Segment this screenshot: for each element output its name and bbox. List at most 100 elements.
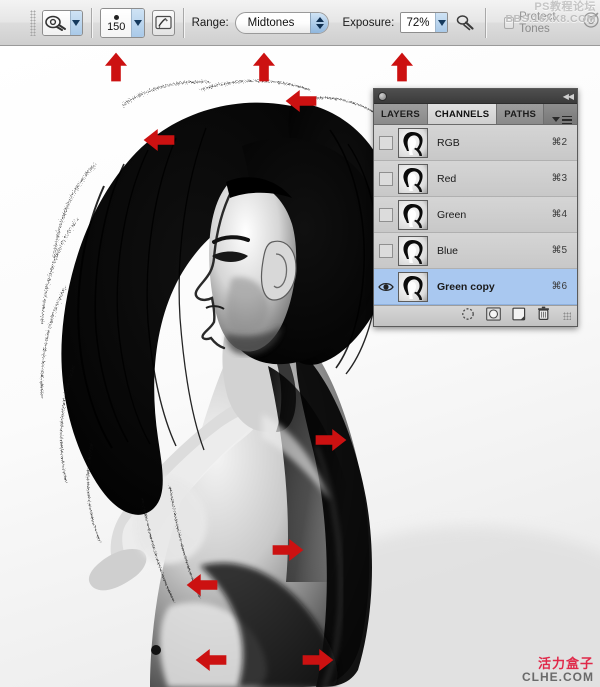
create-new-channel-icon <box>512 307 526 320</box>
delete-channel-button[interactable] <box>537 306 550 326</box>
panel-titlebar[interactable]: ◀◀ <box>374 89 577 104</box>
channel-thumbnail <box>398 235 428 266</box>
eye-off-box-icon <box>379 171 393 186</box>
channel-thumbnail-image <box>399 164 427 193</box>
channel-row-green[interactable]: Green ⌘4 <box>374 197 577 233</box>
exposure-value[interactable]: 72% <box>401 13 435 32</box>
watermark-bottom: 活力盒子 CLHE.COM <box>522 657 594 683</box>
brush-preset-dropdown-arrow[interactable] <box>131 8 145 37</box>
tab-layers[interactable]: LAYERS <box>374 104 428 124</box>
channel-name: Red <box>437 172 457 185</box>
channels-panel[interactable]: ◀◀ LAYERS CHANNELS PATHS RGB ⌘2 Red ⌘3 Green… <box>373 88 578 327</box>
annotation-arrow-left <box>186 573 218 597</box>
channel-shortcut: ⌘2 <box>551 137 567 148</box>
annotation-arrow-left <box>195 648 227 672</box>
photoshop-window: 150 Range: Midtones Exposure: 72% Protec… <box>0 0 600 687</box>
watermark-top-line1: PS教程论坛 <box>534 1 596 13</box>
channel-thumbnail-image <box>399 236 427 265</box>
watermark-bottom-line2: CLHE.COM <box>522 670 594 684</box>
airbrush-toggle-button[interactable] <box>455 10 477 36</box>
tab-paths[interactable]: PATHS <box>497 104 545 124</box>
channel-shortcut: ⌘5 <box>551 245 567 256</box>
brush-panel-toggle-icon <box>155 15 172 30</box>
panel-menu-button[interactable] <box>552 115 577 124</box>
panel-tab-strip: LAYERS CHANNELS PATHS <box>374 104 577 125</box>
channel-visibility-toggle[interactable] <box>374 171 398 186</box>
tool-preset-picker[interactable] <box>41 9 84 36</box>
eye-off-box-icon <box>379 135 393 150</box>
eye-icon <box>378 282 394 291</box>
save-selection-as-channel-icon <box>486 306 501 321</box>
airbrush-icon <box>456 14 474 30</box>
chevron-down-icon <box>134 19 143 26</box>
create-new-channel-button[interactable] <box>512 307 526 326</box>
panel-resize-grip-icon[interactable] <box>563 312 571 320</box>
annotation-arrow-up <box>104 52 128 82</box>
channel-name: Green <box>437 208 467 221</box>
watermark-top: PS教程论坛 BBS.16XX8.COM <box>505 1 596 25</box>
annotation-arrow-up <box>390 52 414 82</box>
range-selected-value: Midtones <box>247 16 295 29</box>
channel-row-red[interactable]: Red ⌘3 <box>374 161 577 197</box>
channel-row-blue[interactable]: Blue ⌘5 <box>374 233 577 269</box>
chevron-down-icon <box>72 19 81 26</box>
tool-preset-dropdown-arrow[interactable] <box>69 10 83 35</box>
brush-tip-dot-icon <box>113 14 119 20</box>
annotation-arrow-left <box>285 89 317 113</box>
exposure-dropdown-arrow[interactable] <box>434 13 448 32</box>
dodge-tool-icon <box>42 10 70 35</box>
channel-thumbnail-image <box>399 272 427 301</box>
channel-shortcut: ⌘4 <box>551 209 567 220</box>
channel-visibility-toggle[interactable] <box>374 281 398 293</box>
annotation-arrow-left <box>143 128 175 152</box>
channels-panel-footer <box>374 305 577 326</box>
channel-thumbnail <box>398 271 428 302</box>
chevron-up-icon <box>315 16 324 22</box>
range-select[interactable]: Midtones <box>234 11 330 34</box>
channel-row-green-copy[interactable]: Green copy ⌘6 <box>374 269 577 305</box>
delete-channel-icon <box>538 306 549 320</box>
channel-shortcut: ⌘6 <box>551 281 567 292</box>
exposure-field[interactable]: 72% <box>400 12 449 33</box>
eye-off-box-icon <box>379 243 393 258</box>
panel-close-dot-icon[interactable] <box>378 91 387 101</box>
panel-menu-icon <box>562 115 572 124</box>
toggle-brush-panel-button[interactable] <box>151 9 175 36</box>
channel-name: Blue <box>437 244 459 257</box>
watermark-bottom-line1: 活力盒子 <box>537 656 594 671</box>
channel-row-rgb[interactable]: RGB ⌘2 <box>374 125 577 161</box>
annotation-arrow-right <box>315 428 347 452</box>
channel-list: RGB ⌘2 Red ⌘3 Green ⌘4 Blue ⌘5 Green copy ⌘6 <box>374 125 577 305</box>
collapse-to-icons-icon[interactable]: ◀◀ <box>563 92 574 101</box>
options-bar-drag-grip[interactable] <box>30 9 36 36</box>
exposure-label: Exposure: <box>342 16 395 29</box>
channel-visibility-toggle[interactable] <box>374 207 398 222</box>
watermark-top-line2: BBS.16XX8.COM <box>505 12 596 25</box>
channel-thumbnail-image <box>399 200 427 229</box>
channel-name: RGB <box>437 136 460 149</box>
channel-thumbnail <box>398 199 428 230</box>
options-separator <box>182 7 184 38</box>
annotation-arrow-right <box>272 538 304 562</box>
channel-thumbnail <box>398 163 428 194</box>
channel-visibility-toggle[interactable] <box>374 243 398 258</box>
save-selection-as-channel-button[interactable] <box>486 306 501 326</box>
chevron-down-icon <box>315 23 324 29</box>
annotation-arrow-up <box>252 52 276 82</box>
tab-channels[interactable]: CHANNELS <box>427 104 498 124</box>
channel-name: Green copy <box>437 280 495 293</box>
brush-preset-picker[interactable]: 150 <box>100 7 146 38</box>
channel-thumbnail <box>398 127 428 158</box>
load-channel-as-selection-button[interactable] <box>461 307 475 326</box>
channel-shortcut: ⌘3 <box>551 173 567 184</box>
range-stepper[interactable] <box>310 12 329 33</box>
brush-preset-icon: 150 <box>101 8 132 37</box>
eye-off-box-icon <box>379 207 393 222</box>
range-label: Range: <box>191 16 229 29</box>
brush-size-value: 150 <box>107 20 126 33</box>
options-separator <box>91 7 93 38</box>
annotation-arrow-right <box>302 648 334 672</box>
options-separator <box>485 7 486 38</box>
channel-thumbnail-image <box>399 128 427 157</box>
channel-visibility-toggle[interactable] <box>374 135 398 150</box>
